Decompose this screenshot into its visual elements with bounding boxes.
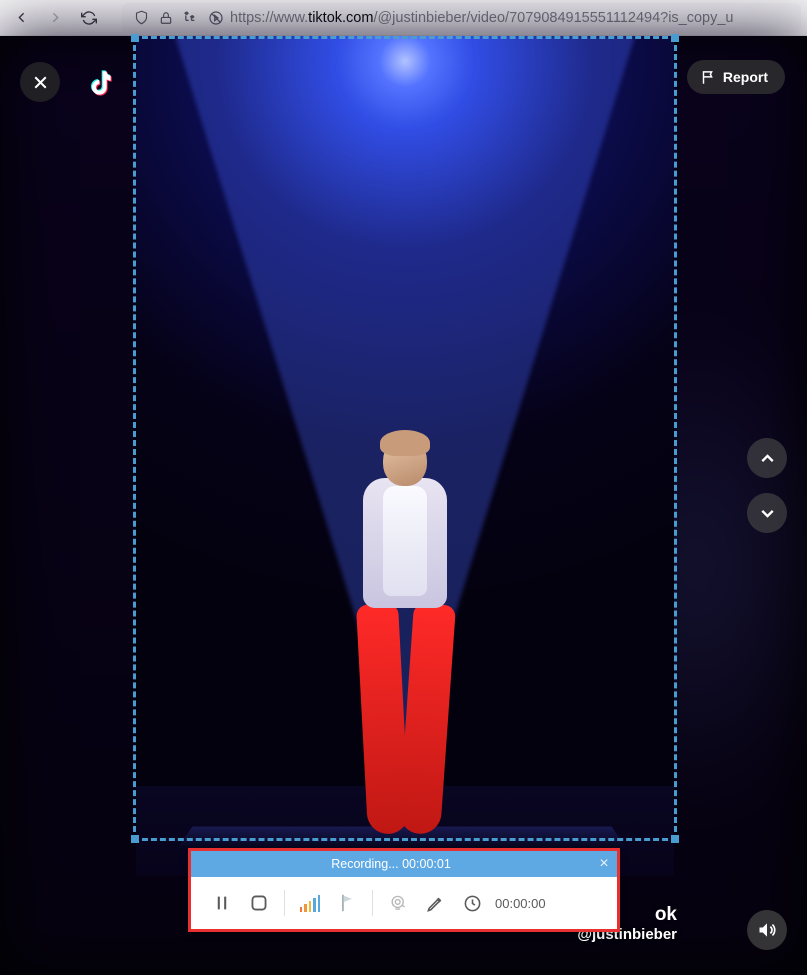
page-content: ok @justinbieber Report Recording... 00:…	[0, 36, 807, 975]
recorder-duration: 00:00:00	[495, 896, 546, 911]
pause-button[interactable]	[205, 886, 239, 920]
back-button[interactable]	[6, 3, 36, 33]
next-video-button[interactable]	[747, 493, 787, 533]
speaker-icon	[757, 920, 777, 940]
chevron-down-icon	[757, 503, 778, 524]
recorder-titlebar[interactable]: Recording... 00:00:01 ×	[191, 851, 617, 877]
annotation-cursor-button[interactable]	[330, 886, 364, 920]
duration-icon	[455, 886, 489, 920]
report-label: Report	[723, 69, 768, 85]
separator	[372, 890, 373, 916]
recorder-status: Recording... 00:00:01	[191, 857, 591, 871]
video-player[interactable]	[136, 36, 674, 876]
screen-recorder-toolbar: Recording... 00:00:01 × 00:00:00	[188, 848, 620, 932]
draw-button[interactable]	[418, 886, 452, 920]
volume-button[interactable]	[747, 910, 787, 950]
address-bar[interactable]: https://www.tiktok.com/@justinbieber/vid…	[122, 3, 801, 33]
shield-icon	[130, 10, 152, 25]
recorder-controls: 00:00:00	[191, 877, 617, 929]
separator	[284, 890, 285, 916]
close-button[interactable]	[20, 62, 60, 102]
tiktok-logo-icon[interactable]	[84, 62, 124, 102]
browser-toolbar: https://www.tiktok.com/@justinbieber/vid…	[0, 0, 807, 36]
autoplay-blocked-icon	[205, 10, 227, 26]
recorder-close-button[interactable]: ×	[591, 855, 617, 873]
stop-button[interactable]	[242, 886, 276, 920]
performer	[350, 436, 460, 846]
reload-button[interactable]	[74, 3, 104, 33]
report-button[interactable]: Report	[687, 60, 785, 94]
audio-levels-icon[interactable]	[293, 886, 327, 920]
chevron-up-icon	[757, 448, 778, 469]
forward-button[interactable]	[40, 3, 70, 33]
flag-icon	[701, 70, 716, 85]
permissions-icon	[180, 10, 202, 25]
previous-video-button[interactable]	[747, 438, 787, 478]
lock-icon	[155, 11, 177, 25]
url-text: https://www.tiktok.com/@justinbieber/vid…	[230, 10, 734, 26]
webcam-button[interactable]	[381, 886, 415, 920]
